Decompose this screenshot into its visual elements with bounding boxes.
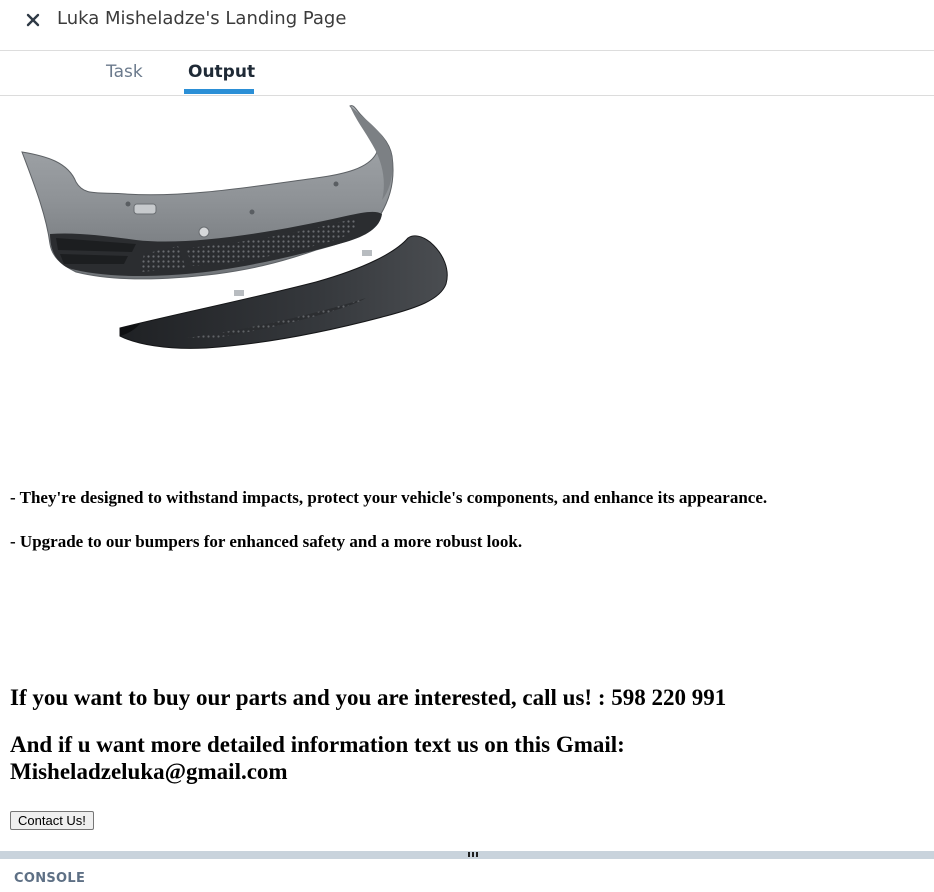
bullet-point: - Upgrade to our bumpers for enhanced sa… xyxy=(10,532,523,551)
window-header: Luka Misheladze's Landing Page xyxy=(0,0,934,51)
console-toggle[interactable]: CONSOLE xyxy=(14,871,85,886)
window-title: Luka Misheladze's Landing Page xyxy=(57,8,347,29)
bullet-point: - They're designed to withstand impacts,… xyxy=(10,488,768,507)
contact-us-button[interactable]: Contact Us! xyxy=(10,811,94,830)
tab-task[interactable]: Task xyxy=(106,62,143,82)
car-front-bumper-image xyxy=(21,105,448,349)
console-panel: CONSOLE xyxy=(0,859,934,892)
output-pane: - They're designed to withstand impacts,… xyxy=(0,96,934,851)
resize-handle[interactable] xyxy=(0,851,934,859)
drag-grip-icon xyxy=(468,852,478,857)
email-heading: And if u want more detailed information … xyxy=(10,732,625,784)
tab-bar: Task Output xyxy=(0,51,934,96)
tab-output[interactable]: Output xyxy=(188,62,255,82)
call-us-heading: If you want to buy our parts and you are… xyxy=(10,685,727,710)
active-tab-indicator xyxy=(184,89,254,94)
close-icon[interactable] xyxy=(22,9,44,31)
